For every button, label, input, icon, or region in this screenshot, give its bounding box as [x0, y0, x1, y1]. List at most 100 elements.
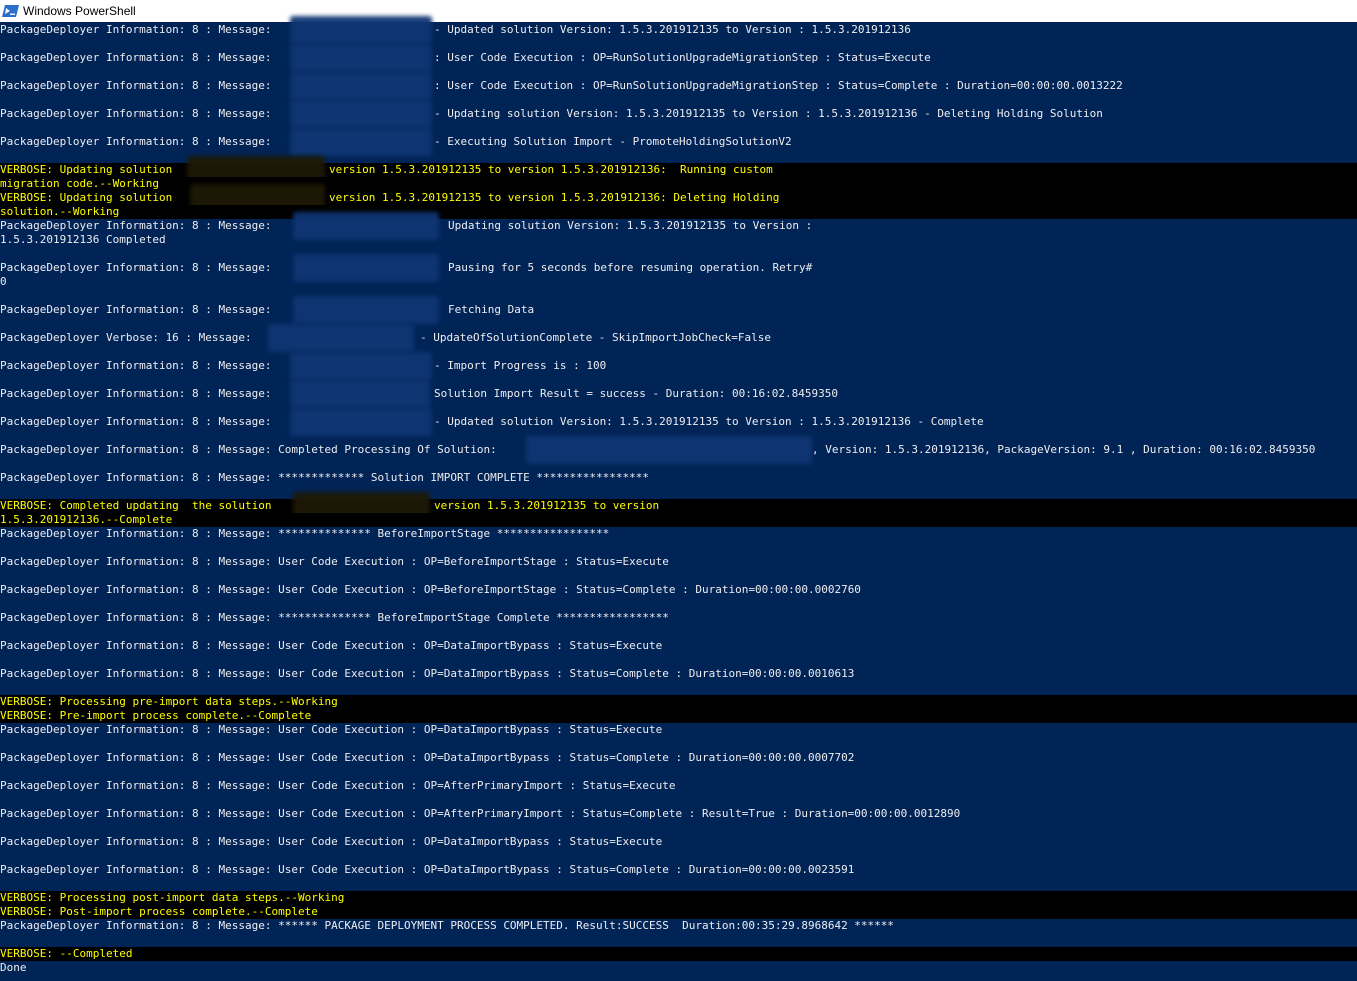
verbose-line: VERBOSE: --Completed [0, 947, 1357, 961]
log-line: PackageDeployer Information: 8 : Message… [0, 212, 1357, 240]
log-line: PackageDeployer Information: 8 : Message… [0, 639, 1357, 653]
redacted-solution-name [290, 16, 432, 44]
verbose-message: 1.5.3.201912136.--Complete [0, 513, 173, 526]
redacted-solution-name [293, 296, 439, 324]
verbose-message: solution.--Working [0, 205, 120, 218]
log-line: PackageDeployer Information: 8 : Message… [0, 436, 1357, 464]
log-message: PackageDeployer Information: 8 : Message… [0, 751, 855, 764]
verbose-prefix: VERBOSE: Updating solution [0, 191, 173, 204]
log-message: Fetching Data [448, 303, 535, 316]
log-message: Pausing for 5 seconds before resuming op… [448, 261, 813, 274]
redacted-solution-name [290, 128, 432, 156]
log-message: 0 [0, 275, 7, 288]
log-line: PackageDeployer Information: 8 : Message… [0, 296, 1357, 324]
log-line: PackageDeployer Information: 8 : Message… [0, 919, 1357, 933]
log-line: 0 [0, 275, 1357, 289]
log-prefix: PackageDeployer Information: 8 : Message… [0, 135, 272, 148]
title-bar: Windows PowerShell [0, 0, 1357, 23]
verbose-prefix: VERBOSE: Completed updating the solution [0, 499, 272, 512]
log-line: PackageDeployer Information: 8 : Message… [0, 667, 1357, 681]
log-line: PackageDeployer Information: 8 : Message… [0, 254, 1357, 282]
log-line: PackageDeployer Information: 8 : Message… [0, 723, 1357, 737]
verbose-line: VERBOSE: Updating solution version 1.5.3… [0, 184, 1357, 212]
log-line: PackageDeployer Verbose: 16 : Message: -… [0, 324, 1357, 352]
log-message: - Updating solution Version: 1.5.3.20191… [434, 107, 1103, 120]
verbose-message: version 1.5.3.201912135 to version 1.5.3… [329, 163, 773, 176]
log-line: PackageDeployer Information: 8 : Message… [0, 527, 1357, 541]
log-line: PackageDeployer Information: 8 : Message… [0, 408, 1357, 436]
redacted-solution-name [290, 408, 432, 436]
log-line: PackageDeployer Information: 8 : Message… [0, 555, 1357, 569]
verbose-line: solution.--Working [0, 205, 1357, 219]
console-output[interactable]: PackageDeployer Information: 8 : Message… [0, 16, 1357, 981]
log-prefix: PackageDeployer Information: 8 : Message… [0, 261, 272, 274]
log-line: PackageDeployer Information: 8 : Message… [0, 352, 1357, 380]
redacted-solution-name [526, 436, 812, 464]
log-message: Updating solution Version: 1.5.3.2019121… [448, 219, 813, 232]
window-title: Windows PowerShell [23, 4, 136, 18]
log-line: PackageDeployer Information: 8 : Message… [0, 128, 1357, 156]
log-line: PackageDeployer Information: 8 : Message… [0, 380, 1357, 408]
verbose-message: version 1.5.3.201912135 to version 1.5.3… [329, 191, 780, 204]
done-text: Done [0, 961, 27, 974]
log-message: PackageDeployer Information: 8 : Message… [0, 779, 676, 792]
log-line: PackageDeployer Information: 8 : Message… [0, 863, 1357, 877]
log-message: PackageDeployer Information: 8 : Message… [0, 835, 663, 848]
log-message: : User Code Execution : OP=RunSolutionUp… [434, 51, 931, 64]
log-message: PackageDeployer Information: 8 : Message… [0, 723, 663, 736]
log-line: PackageDeployer Information: 8 : Message… [0, 72, 1357, 100]
log-line: PackageDeployer Information: 8 : Message… [0, 16, 1357, 44]
verbose-line: VERBOSE: Updating solution version 1.5.3… [0, 156, 1357, 184]
verbose-prefix: VERBOSE: Updating solution [0, 163, 173, 176]
log-line: PackageDeployer Information: 8 : Message… [0, 471, 1357, 485]
log-line: PackageDeployer Information: 8 : Message… [0, 583, 1357, 597]
log-message: PackageDeployer Information: 8 : Message… [0, 583, 861, 596]
log-line: PackageDeployer Information: 8 : Message… [0, 779, 1357, 793]
redacted-solution-name [290, 380, 430, 408]
redacted-solution-name [268, 324, 414, 352]
verbose-line: VERBOSE: Post-import process complete.--… [0, 905, 1357, 919]
log-line: PackageDeployer Information: 8 : Message… [0, 100, 1357, 128]
verbose-line: VERBOSE: Pre-import process complete.--C… [0, 709, 1357, 723]
log-message: : User Code Execution : OP=RunSolutionUp… [434, 79, 1123, 92]
log-prefix: PackageDeployer Verbose: 16 : Message: [0, 331, 252, 344]
verbose-message: migration code.--Working [0, 177, 159, 190]
log-message: - Executing Solution Import - PromoteHol… [434, 135, 792, 148]
verbose-line: VERBOSE: Processing pre-import data step… [0, 695, 1357, 709]
verbose-message: version 1.5.3.201912135 to version [434, 499, 660, 512]
log-message: Solution Import Result = success - Durat… [434, 387, 838, 400]
log-message: - UpdateOfSolutionComplete - SkipImportJ… [420, 331, 771, 344]
verbose-line: VERBOSE: Processing post-import data ste… [0, 891, 1357, 905]
log-prefix: PackageDeployer Information: 8 : Message… [0, 443, 497, 456]
log-message: PackageDeployer Information: 8 : Message… [0, 639, 663, 652]
verbose-message: VERBOSE: Pre-import process complete.--C… [0, 709, 312, 722]
log-prefix: PackageDeployer Information: 8 : Message… [0, 107, 272, 120]
log-message: PackageDeployer Information: 8 : Message… [0, 527, 610, 540]
redacted-solution-name [290, 100, 432, 128]
powershell-icon [2, 5, 19, 17]
verbose-message: VERBOSE: --Completed [0, 947, 133, 960]
log-prefix: PackageDeployer Information: 8 : Message… [0, 219, 272, 232]
log-message: PackageDeployer Information: 8 : Message… [0, 807, 961, 820]
redacted-solution-name [290, 72, 432, 100]
verbose-message: VERBOSE: Processing post-import data ste… [0, 891, 345, 904]
log-message: - Import Progress is : 100 [434, 359, 607, 372]
log-line: PackageDeployer Information: 8 : Message… [0, 611, 1357, 625]
log-line: PackageDeployer Information: 8 : Message… [0, 751, 1357, 765]
log-prefix: PackageDeployer Information: 8 : Message… [0, 303, 272, 316]
log-message: PackageDeployer Information: 8 : Message… [0, 471, 650, 484]
log-line: 1.5.3.201912136 Completed [0, 233, 1357, 247]
redacted-solution-name [290, 44, 432, 72]
log-prefix: PackageDeployer Information: 8 : Message… [0, 359, 272, 372]
verbose-line: 1.5.3.201912136.--Complete [0, 513, 1357, 527]
log-message: , Version: 1.5.3.201912136, PackageVersi… [812, 443, 1316, 456]
log-line: PackageDeployer Information: 8 : Message… [0, 835, 1357, 849]
log-prefix: PackageDeployer Information: 8 : Message… [0, 51, 272, 64]
log-message: PackageDeployer Information: 8 : Message… [0, 919, 895, 932]
log-prefix: PackageDeployer Information: 8 : Message… [0, 415, 272, 428]
log-message: PackageDeployer Information: 8 : Message… [0, 555, 669, 568]
log-message: - Updated solution Version: 1.5.3.201912… [434, 415, 984, 428]
verbose-message: VERBOSE: Post-import process complete.--… [0, 905, 318, 918]
log-line: PackageDeployer Information: 8 : Message… [0, 807, 1357, 821]
log-message: 1.5.3.201912136 Completed [0, 233, 166, 246]
